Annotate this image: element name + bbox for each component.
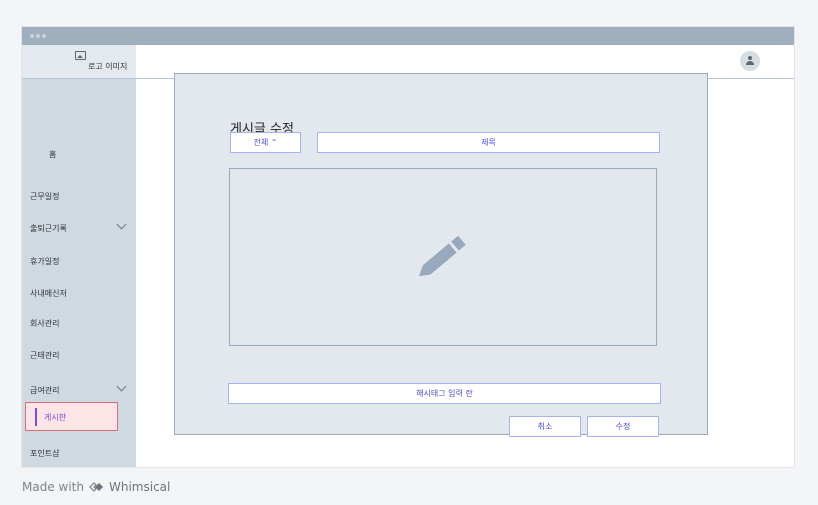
- footer: Made with Whimsical: [22, 480, 170, 494]
- sidebar-item-point-shop[interactable]: 포인트샵: [30, 448, 59, 459]
- sidebar-item-label: 급여관리: [30, 386, 60, 395]
- image-icon: [75, 51, 86, 60]
- sidebar-item-messenger[interactable]: 사내메신저: [30, 288, 67, 299]
- sidebar-item-label: 근태관리: [30, 351, 60, 360]
- content-editor[interactable]: [229, 168, 657, 346]
- brand-name[interactable]: Whimsical: [109, 480, 170, 494]
- sidebar-item-payroll[interactable]: 급여관리: [30, 385, 59, 396]
- made-with-label: Made with: [22, 480, 84, 494]
- logo[interactable]: 로고 이미지: [22, 45, 136, 79]
- sidebar-item-board[interactable]: 게시판: [25, 402, 118, 431]
- logo-label: 로고 이미지: [88, 62, 128, 71]
- avatar[interactable]: [740, 51, 760, 71]
- sidebar-item-vacation-schedule[interactable]: 휴가일정: [30, 256, 59, 267]
- submit-button[interactable]: 수정: [587, 416, 659, 437]
- sidebar-item-label: 포인트샵: [30, 449, 60, 458]
- category-select[interactable]: 전체 ⌃: [230, 132, 301, 153]
- user-icon: [748, 56, 752, 60]
- sidebar-item-home[interactable]: 홈: [49, 149, 56, 160]
- sidebar-item-label: 휴가일정: [30, 257, 60, 266]
- pencil-icon: [419, 235, 466, 277]
- chevron-down-icon[interactable]: [116, 219, 127, 230]
- window-dot[interactable]: [30, 34, 34, 38]
- sidebar-item-label: 게시판: [44, 413, 67, 422]
- sidebar-item-label: 사내메신저: [30, 289, 67, 298]
- whimsical-logo-icon: [89, 482, 103, 492]
- post-edit-card: 게시글 수정 전체 ⌃ 제목 해시태그 입력 란 취소 수정: [174, 73, 708, 437]
- chevron-down-icon[interactable]: [116, 381, 127, 392]
- sidebar-item-attendance-log[interactable]: 출퇴근기록: [30, 223, 67, 234]
- sidebar: 로고 이미지 홈 근무일정 출퇴근기록 휴가일정 사내메신저 회사관리 근태관리…: [22, 45, 136, 467]
- window-dot[interactable]: [42, 34, 46, 38]
- active-indicator: [35, 408, 37, 426]
- window-dot[interactable]: [36, 34, 40, 38]
- sidebar-item-label: 근무일정: [30, 192, 60, 201]
- sidebar-item-work-schedule[interactable]: 근무일정: [30, 191, 59, 202]
- sidebar-item-label: 홈: [49, 150, 57, 159]
- sidebar-item-label: 회사관리: [30, 319, 60, 328]
- user-icon-body: [746, 61, 754, 65]
- window-titlebar: [22, 27, 794, 45]
- sidebar-item-attendance-management[interactable]: 근태관리: [30, 350, 59, 361]
- title-input[interactable]: 제목: [317, 132, 660, 153]
- hashtag-input[interactable]: 해시태그 입력 란: [228, 383, 661, 404]
- cancel-button[interactable]: 취소: [509, 416, 581, 437]
- sidebar-item-label: 출퇴근기록: [30, 224, 67, 233]
- sidebar-item-company-management[interactable]: 회사관리: [30, 318, 59, 329]
